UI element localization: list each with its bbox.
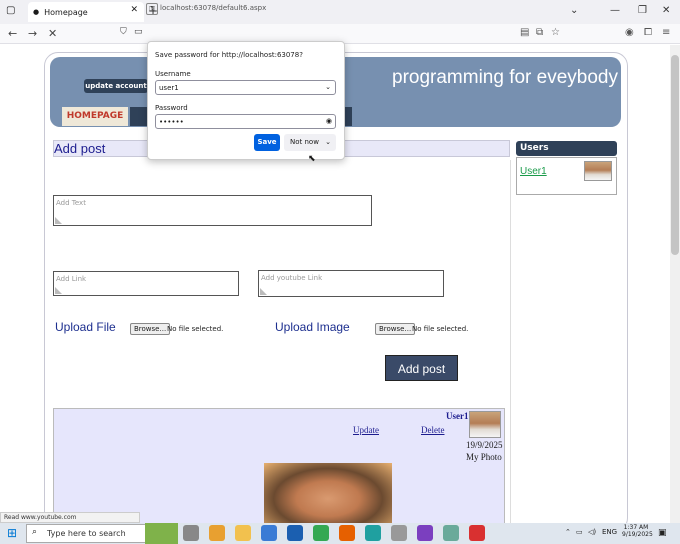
windows-start-icon[interactable]: ⊞ (7, 526, 17, 540)
password-field[interactable]: •••••• ◉ (155, 114, 336, 129)
upload-image-browse-button[interactable]: Browse... (375, 323, 416, 335)
search-icon: ⌕ (32, 527, 38, 537)
tab-list-icon[interactable]: ⌄ (570, 5, 578, 16)
add-link-field[interactable]: Add Link (53, 271, 239, 296)
back-icon[interactable]: ← (8, 27, 17, 40)
site-title: programming for eveybody (392, 67, 618, 88)
outlook-app-icon[interactable] (287, 525, 303, 541)
add-youtube-placeholder: Add youtube Link (261, 274, 323, 282)
add-youtube-link-field[interactable]: Add youtube Link (258, 270, 444, 297)
clock-date: 9/19/2025 (622, 531, 653, 538)
resize-grip-icon[interactable] (260, 288, 267, 295)
scrollbar-thumb[interactable] (671, 55, 679, 255)
divider (510, 160, 511, 530)
tools-app-icon[interactable] (391, 525, 407, 541)
add-post-button[interactable]: Add post (385, 355, 458, 381)
password-value: •••••• (159, 118, 184, 126)
notification-icon[interactable]: ▣ (658, 528, 667, 538)
user-avatar[interactable] (584, 161, 612, 181)
edge-app-icon[interactable] (365, 525, 381, 541)
chevron-down-icon[interactable]: ⌄ (325, 83, 331, 91)
resize-grip-icon[interactable] (55, 287, 62, 294)
keyboard-language[interactable]: ENG (602, 528, 617, 536)
tab-close-icon[interactable]: ✕ (130, 5, 138, 15)
dialog-title: Save password for http://localhost:63078… (155, 51, 303, 59)
nav-tab[interactable] (344, 107, 352, 126)
post-author-avatar (469, 411, 501, 438)
chrome-app-icon-2[interactable] (313, 525, 329, 541)
maximize-icon[interactable]: ❐ (638, 5, 647, 16)
chevron-down-icon[interactable]: ⌄ (325, 134, 331, 151)
post-text: My Photo (466, 452, 502, 462)
upload-file-label: Upload File (55, 320, 116, 334)
store-app-icon[interactable] (261, 525, 277, 541)
tab-title: Homepage (44, 7, 88, 17)
clock[interactable]: 1:37 AM 9/19/2025 (622, 524, 653, 538)
notepad-app-icon[interactable] (443, 525, 459, 541)
minimize-icon[interactable]: — (610, 5, 620, 16)
reader-view-icon[interactable]: ▤ (520, 27, 529, 38)
browser-tab[interactable]: ● Homepage ✕ (28, 2, 144, 22)
file-explorer-icon[interactable] (235, 525, 251, 541)
task-view-icon[interactable] (183, 525, 199, 541)
menu-icon[interactable]: ≡ (662, 27, 670, 38)
status-bar: Read www.youtube.com (0, 512, 140, 523)
add-text-field[interactable]: Add Text (53, 195, 372, 226)
volume-icon[interactable]: ◁) (588, 528, 596, 536)
tab-homepage[interactable]: HOMEPAGE (62, 107, 128, 126)
close-window-icon[interactable]: ✕ (662, 5, 670, 16)
show-password-eye-icon[interactable]: ◉ (326, 117, 332, 125)
update-account-button[interactable]: update account (84, 79, 148, 93)
users-panel-title: Users (516, 141, 617, 156)
post-date: 19/9/2025 (466, 440, 503, 450)
upload-image-label: Upload Image (275, 320, 350, 334)
upload-image-status: No file selected. (412, 325, 469, 333)
username-value: user1 (159, 84, 179, 92)
post-photo (264, 463, 392, 528)
tray-chevron-icon[interactable]: ⌃ (565, 528, 571, 536)
stop-loading-icon[interactable]: ✕ (48, 27, 57, 40)
add-text-placeholder: Add Text (56, 199, 86, 207)
upload-file-browse-button[interactable]: Browse... (130, 323, 171, 335)
tab-overview-icon[interactable]: ▢ (6, 5, 15, 16)
bookmark-star-icon[interactable]: ☆ (551, 27, 560, 38)
sql-app-icon[interactable] (469, 525, 485, 541)
post-author: User1 (446, 411, 469, 421)
key-icon[interactable]: ⚿ (146, 3, 158, 15)
not-now-label: Not now (290, 138, 319, 146)
username-label: Username (155, 70, 191, 78)
tab-favicon-icon: ● (33, 8, 40, 16)
extensions-icon[interactable]: ⧠ (644, 27, 652, 38)
not-now-button[interactable]: Not now ⌄ (284, 134, 336, 151)
network-icon[interactable]: ▭ (576, 528, 583, 536)
visual-studio-icon[interactable] (417, 525, 433, 541)
save-password-button[interactable]: Save (254, 134, 280, 151)
news-widget-icon[interactable] (145, 523, 178, 544)
chrome-app-icon[interactable] (209, 525, 225, 541)
add-link-placeholder: Add Link (56, 275, 87, 283)
clock-time: 1:37 AM (623, 524, 649, 531)
firefox-app-icon[interactable] (339, 525, 355, 541)
mouse-cursor-icon: ⬉ (308, 154, 316, 164)
shield-icon[interactable]: ⛉ (120, 27, 127, 37)
resize-grip-icon[interactable] (55, 217, 62, 224)
username-field[interactable]: user1 ⌄ (155, 80, 336, 95)
upload-file-status: No file selected. (167, 325, 224, 333)
account-icon[interactable]: ◉ (625, 27, 634, 38)
screenshot-icon[interactable]: ⧉ (536, 27, 543, 38)
forward-icon[interactable]: → (28, 27, 37, 40)
url-field[interactable]: localhost:63078/default6.aspx (160, 4, 266, 12)
page-icon[interactable]: ▭ (134, 27, 143, 37)
post-delete-link[interactable]: Delete (421, 425, 444, 435)
user-link[interactable]: User1 (520, 166, 547, 177)
password-label: Password (155, 104, 188, 112)
post-update-link[interactable]: Update (353, 425, 379, 435)
